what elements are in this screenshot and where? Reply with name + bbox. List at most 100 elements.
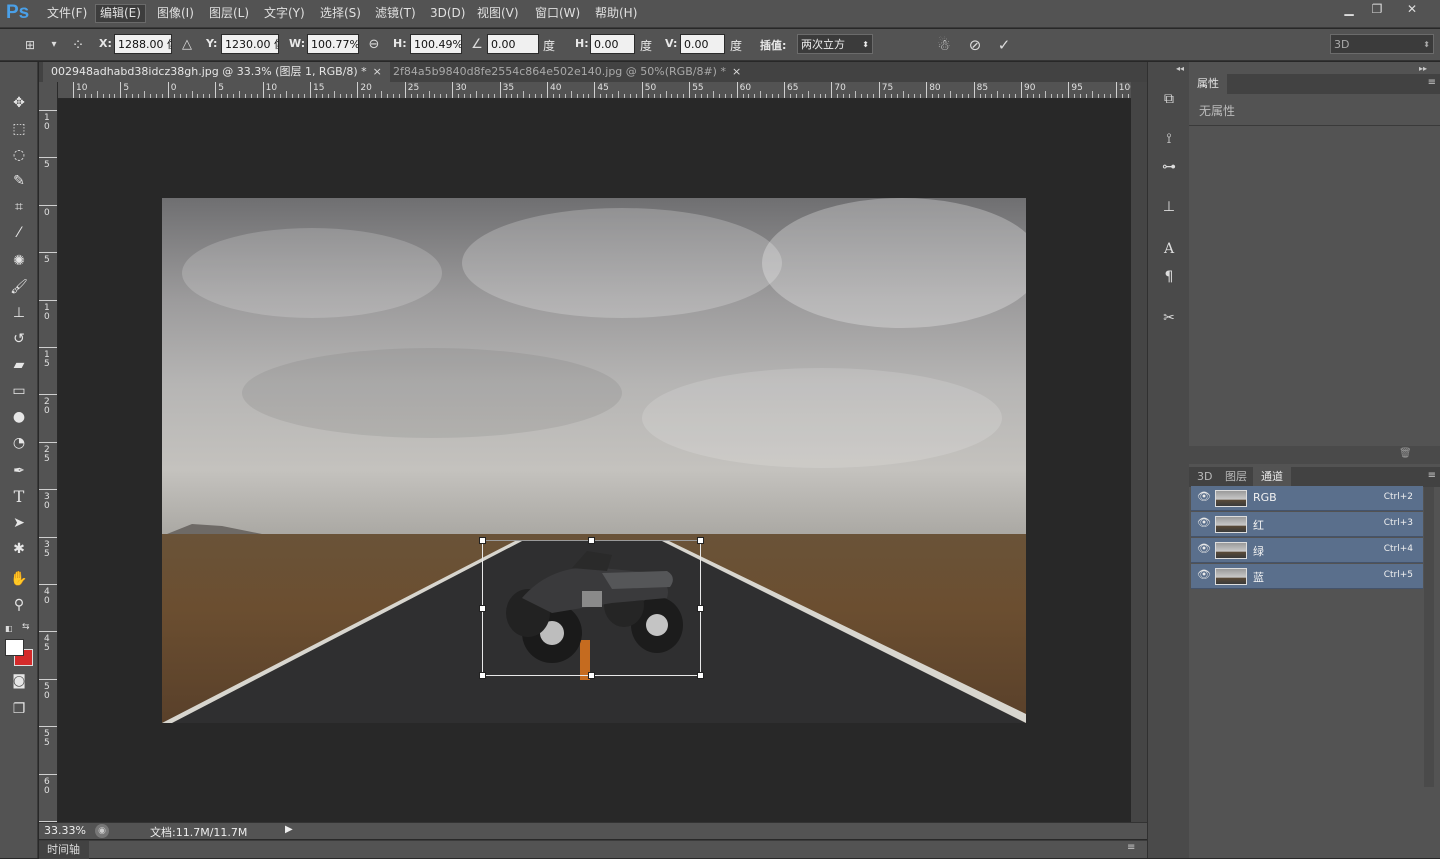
clone-source-icon[interactable]: ⊥: [1157, 196, 1181, 218]
channel-row[interactable]: 👁 蓝 Ctrl+5: [1191, 564, 1423, 589]
crop-tool-icon[interactable]: ⌗: [7, 196, 31, 218]
foreground-color-swatch[interactable]: [5, 639, 24, 656]
tools-presets-icon[interactable]: ✂: [1157, 307, 1181, 329]
dodge-tool-icon[interactable]: ◔: [7, 432, 31, 454]
brush-presets-icon[interactable]: ⟟: [1157, 128, 1181, 150]
close-tab-icon[interactable]: ×: [732, 65, 741, 78]
history-panel-icon[interactable]: ⧉: [1157, 88, 1181, 110]
workspace-select[interactable]: 3D ⬍: [1330, 34, 1434, 54]
eye-icon[interactable]: 👁: [1197, 542, 1211, 555]
channel-row[interactable]: 👁 红 Ctrl+3: [1191, 512, 1423, 537]
transform-handle[interactable]: [697, 605, 704, 612]
transform-tool-icon[interactable]: ⊞: [20, 35, 40, 55]
timeline-tab[interactable]: 时间轴: [39, 841, 89, 859]
close-tab-icon[interactable]: ×: [373, 65, 382, 78]
pen-tool-icon[interactable]: ✒: [7, 460, 31, 482]
collapse-panels-icon[interactable]: ▸▸: [1419, 64, 1427, 73]
menu-item[interactable]: 视图(V): [475, 5, 521, 24]
channel-row[interactable]: 👁 绿 Ctrl+4: [1191, 538, 1423, 563]
character-panel-icon[interactable]: A: [1157, 238, 1181, 260]
transform-bounding-box[interactable]: [482, 540, 701, 676]
shape-tool-icon[interactable]: ✱: [7, 538, 31, 560]
dropdown-arrow-icon[interactable]: ▾: [44, 35, 64, 55]
history-brush-tool-icon[interactable]: ↺: [7, 328, 31, 350]
status-menu-arrow[interactable]: ▶: [285, 824, 293, 835]
menu-item[interactable]: 文件(F): [45, 5, 89, 24]
channels-scrollbar[interactable]: [1424, 487, 1434, 787]
default-colors-icon[interactable]: ◧: [5, 624, 13, 633]
collapse-icon[interactable]: ◂◂: [1176, 64, 1184, 73]
restore-button[interactable]: ❐: [1362, 0, 1392, 20]
tab-3d[interactable]: 3D: [1189, 467, 1220, 487]
tab-layers[interactable]: 图层: [1217, 467, 1255, 487]
eyedropper-tool-icon[interactable]: ⁄: [7, 222, 31, 244]
paragraph-panel-icon[interactable]: ¶: [1157, 266, 1181, 288]
eye-icon[interactable]: 👁: [1197, 568, 1211, 581]
screen-mode-icon[interactable]: ❐: [7, 698, 31, 720]
transform-handle[interactable]: [588, 672, 595, 679]
panel-menu-icon[interactable]: ≡: [1428, 77, 1436, 88]
doc-tab-1[interactable]: 002948adhabd38idcz38gh.jpg @ 33.3% (图层 1…: [43, 62, 390, 82]
transform-handle[interactable]: [697, 537, 704, 544]
close-window-button[interactable]: ✕: [1397, 0, 1427, 20]
transform-handle[interactable]: [479, 537, 486, 544]
path-select-tool-icon[interactable]: ➤: [7, 512, 31, 534]
reference-point-icon[interactable]: ⁘: [68, 35, 88, 55]
menu-item[interactable]: 文字(Y): [262, 5, 307, 24]
x-field[interactable]: 1288.00 像: [114, 34, 172, 54]
share-icon[interactable]: ◉: [95, 824, 109, 838]
doc-tab-2[interactable]: 2f84a5b9840d8fe2554c864e502e140.jpg @ 50…: [385, 62, 749, 82]
gradient-tool-icon[interactable]: ▭: [7, 380, 31, 402]
menu-item[interactable]: 帮助(H): [593, 5, 639, 24]
hand-tool-icon[interactable]: ✋: [7, 568, 31, 590]
link-icon[interactable]: ⊖: [364, 35, 384, 55]
quick-mask-icon[interactable]: ◙: [7, 670, 31, 692]
eye-icon[interactable]: 👁: [1197, 490, 1211, 503]
width-field[interactable]: 100.77%: [307, 34, 359, 54]
menu-item[interactable]: 3D(D): [428, 5, 467, 24]
vskew-field[interactable]: 0.00: [680, 34, 725, 54]
trash-icon[interactable]: 🗑: [1399, 448, 1412, 459]
hskew-field[interactable]: 0.00: [590, 34, 635, 54]
menu-item[interactable]: 编辑(E): [95, 4, 146, 23]
panel-menu-icon[interactable]: ≡: [1428, 470, 1436, 481]
stamp-tool-icon[interactable]: ⊥: [7, 302, 31, 324]
y-field[interactable]: 1230.00 像: [221, 34, 279, 54]
tab-properties[interactable]: 属性: [1189, 74, 1227, 94]
interpolation-select[interactable]: 两次立方 ⬍: [797, 34, 873, 54]
angle-field[interactable]: 0.00: [487, 34, 539, 54]
marquee-tool-icon[interactable]: ⬚: [7, 118, 31, 140]
height-field[interactable]: 100.49%: [410, 34, 462, 54]
document-image[interactable]: [162, 198, 1026, 723]
commit-transform-icon[interactable]: ✓: [994, 35, 1014, 55]
zoom-tool-icon[interactable]: ⚲: [7, 594, 31, 616]
eye-icon[interactable]: 👁: [1197, 516, 1211, 529]
warp-icon[interactable]: ☃: [934, 35, 954, 55]
transform-handle[interactable]: [697, 672, 704, 679]
cancel-transform-icon[interactable]: ⊘: [965, 35, 985, 55]
blur-tool-icon[interactable]: ●: [7, 406, 31, 428]
vertical-scrollbar[interactable]: [1131, 82, 1147, 822]
menu-item[interactable]: 滤镜(T): [373, 5, 418, 24]
swap-colors-icon[interactable]: ⇆: [22, 622, 30, 632]
transform-handle[interactable]: [479, 605, 486, 612]
delta-icon[interactable]: △: [177, 35, 197, 55]
adjustments-icon[interactable]: ⊶: [1157, 156, 1181, 178]
type-tool-icon[interactable]: T: [7, 486, 31, 508]
move-tool-icon[interactable]: ✥: [7, 92, 31, 114]
channel-row[interactable]: 👁 RGB Ctrl+2: [1191, 486, 1423, 511]
panel-menu-icon[interactable]: ≡: [1127, 842, 1135, 853]
menu-item[interactable]: 图像(I): [155, 5, 196, 24]
menu-item[interactable]: 图层(L): [207, 5, 251, 24]
eraser-tool-icon[interactable]: ▰: [7, 354, 31, 376]
menu-item[interactable]: 窗口(W): [533, 5, 582, 24]
transform-handle[interactable]: [479, 672, 486, 679]
brush-tool-icon[interactable]: 🖌: [7, 276, 31, 298]
tab-channels[interactable]: 通道: [1253, 467, 1291, 487]
zoom-level[interactable]: 33.33%: [44, 824, 86, 837]
quick-select-tool-icon[interactable]: ✎: [7, 170, 31, 192]
menu-item[interactable]: 选择(S): [318, 5, 363, 24]
transform-handle[interactable]: [588, 537, 595, 544]
lasso-tool-icon[interactable]: ◌: [7, 144, 31, 166]
minimize-button[interactable]: ▁: [1334, 0, 1364, 20]
